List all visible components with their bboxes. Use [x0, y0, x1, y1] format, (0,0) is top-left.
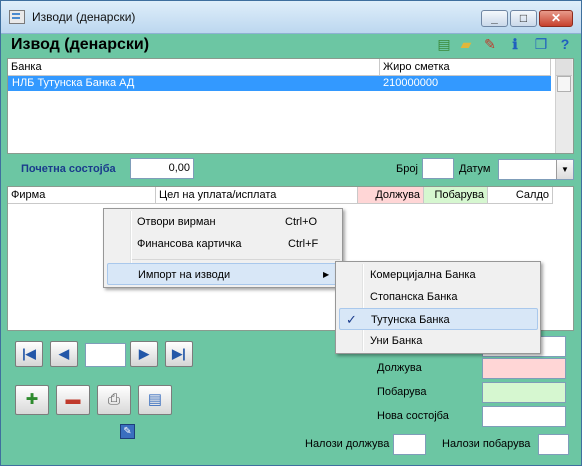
column-header-bank[interactable]: Банка — [8, 59, 380, 76]
credit-field[interactable] — [482, 382, 566, 403]
previous-record-button[interactable]: ◀ — [50, 341, 78, 367]
remove-record-button[interactable]: ▬ — [56, 385, 90, 415]
help-icon[interactable]: ? — [556, 35, 574, 53]
print-button[interactable]: ⎙ — [97, 385, 131, 415]
date-field[interactable]: ▼ — [498, 159, 574, 180]
menu-item-shortcut: Ctrl+F — [288, 238, 319, 250]
menu-item-import-statements[interactable]: Импорт на изводи ▶ — [107, 263, 340, 285]
menu-item-label: Тутунска Банка — [371, 314, 450, 326]
banks-table[interactable]: Банка Жиро сметка НЛБ Тутунска Банка АД … — [7, 58, 574, 154]
credit-label: Побарува — [377, 386, 427, 398]
new-balance-label: Нова состојба — [377, 410, 449, 422]
document-button[interactable]: ▤ — [138, 385, 172, 415]
debit-field[interactable] — [482, 358, 566, 379]
folder-icon[interactable]: ▰ — [457, 35, 475, 53]
chevron-right-icon: ▶ — [323, 270, 330, 279]
page-title: Извод (денарски) — [11, 36, 150, 53]
check-icon: ✓ — [346, 312, 357, 327]
opening-balance-label: Почетна состојба — [21, 163, 116, 175]
table-row[interactable]: НЛБ Тутунска Банка АД 210000000 — [8, 76, 551, 91]
title-bar: Изводи (денарски) _ □ ✕ — [1, 1, 581, 34]
vertical-scrollbar[interactable] — [555, 59, 573, 153]
menu-separator — [132, 259, 340, 260]
minimize-button[interactable]: _ — [481, 10, 508, 27]
document-icon[interactable]: ▤ — [435, 35, 453, 53]
main-window: Изводи (денарски) _ □ ✕ Извод (денарски)… — [0, 0, 582, 466]
number-field[interactable] — [422, 158, 454, 179]
orders-debit-label: Налози должува — [305, 438, 390, 450]
add-record-button[interactable]: ✚ — [15, 385, 49, 415]
menu-item-label: Импорт на изводи — [138, 269, 231, 281]
debit-label: Должува — [377, 362, 422, 374]
menu-item-label: Уни Банка — [370, 335, 423, 347]
chevron-down-icon[interactable]: ▼ — [556, 160, 573, 179]
orders-debit-field[interactable] — [393, 434, 426, 455]
submenu-item-stopanska[interactable]: Стопанска Банка — [338, 286, 538, 308]
submenu-item-uni[interactable]: Уни Банка — [338, 330, 538, 352]
menu-item-shortcut: Ctrl+O — [285, 216, 318, 228]
first-record-button[interactable]: |◀ — [15, 341, 43, 367]
context-menu: Отвори вирман Ctrl+O Финансова картичка … — [103, 208, 343, 288]
column-header-firm[interactable]: Фирма — [8, 187, 156, 204]
next-record-button[interactable]: ▶ — [130, 341, 158, 367]
number-label: Број — [396, 163, 418, 175]
pencil-icon[interactable]: ✎ — [481, 35, 499, 53]
edit-icon[interactable]: ✎ — [120, 424, 135, 439]
menu-item-financial-card[interactable]: Финансова картичка Ctrl+F — [106, 233, 340, 255]
app-icon — [9, 10, 25, 24]
close-button[interactable]: ✕ — [539, 10, 573, 27]
opening-balance-field[interactable]: 0,00 — [130, 158, 194, 179]
orders-credit-field[interactable] — [538, 434, 569, 455]
column-header-purpose[interactable]: Цел на уплата/исплата — [156, 187, 358, 204]
column-header-account[interactable]: Жиро сметка — [380, 59, 551, 76]
bank-name-cell: НЛБ Тутунска Банка АД — [12, 77, 135, 89]
header-filler — [553, 187, 573, 205]
scroll-thumb[interactable] — [557, 76, 571, 92]
menu-item-label: Отвори вирман — [137, 216, 216, 228]
menu-item-label: Финансова картичка — [137, 238, 242, 250]
account-cell: 210000000 — [383, 77, 439, 89]
submenu-item-tutunska[interactable]: ✓ Тутунска Банка — [339, 308, 538, 330]
submenu-item-komercijalna[interactable]: Комерцијална Банка — [338, 264, 538, 286]
date-label: Датум — [459, 163, 491, 175]
last-record-button[interactable]: ▶| — [165, 341, 193, 367]
menu-item-label: Стопанска Банка — [370, 291, 458, 303]
column-header-debit[interactable]: Должува — [358, 187, 424, 204]
column-header-balance[interactable]: Салдо — [488, 187, 553, 204]
menu-item-open-transfer[interactable]: Отвори вирман Ctrl+O — [106, 211, 340, 233]
menu-item-label: Комерцијална Банка — [370, 269, 476, 281]
new-balance-field[interactable] — [482, 406, 566, 427]
window-title: Изводи (денарски) — [32, 10, 136, 24]
window-icon[interactable]: ❐ — [532, 35, 550, 53]
import-submenu: Комерцијална Банка Стопанска Банка ✓ Тут… — [335, 261, 541, 354]
column-header-credit[interactable]: Побарува — [424, 187, 488, 204]
maximize-button[interactable]: □ — [510, 10, 537, 27]
scroll-up-button[interactable] — [556, 59, 572, 76]
orders-credit-label: Налози побарува — [442, 438, 531, 450]
info-icon[interactable]: ℹ — [506, 35, 524, 53]
record-position-field[interactable] — [85, 343, 126, 367]
